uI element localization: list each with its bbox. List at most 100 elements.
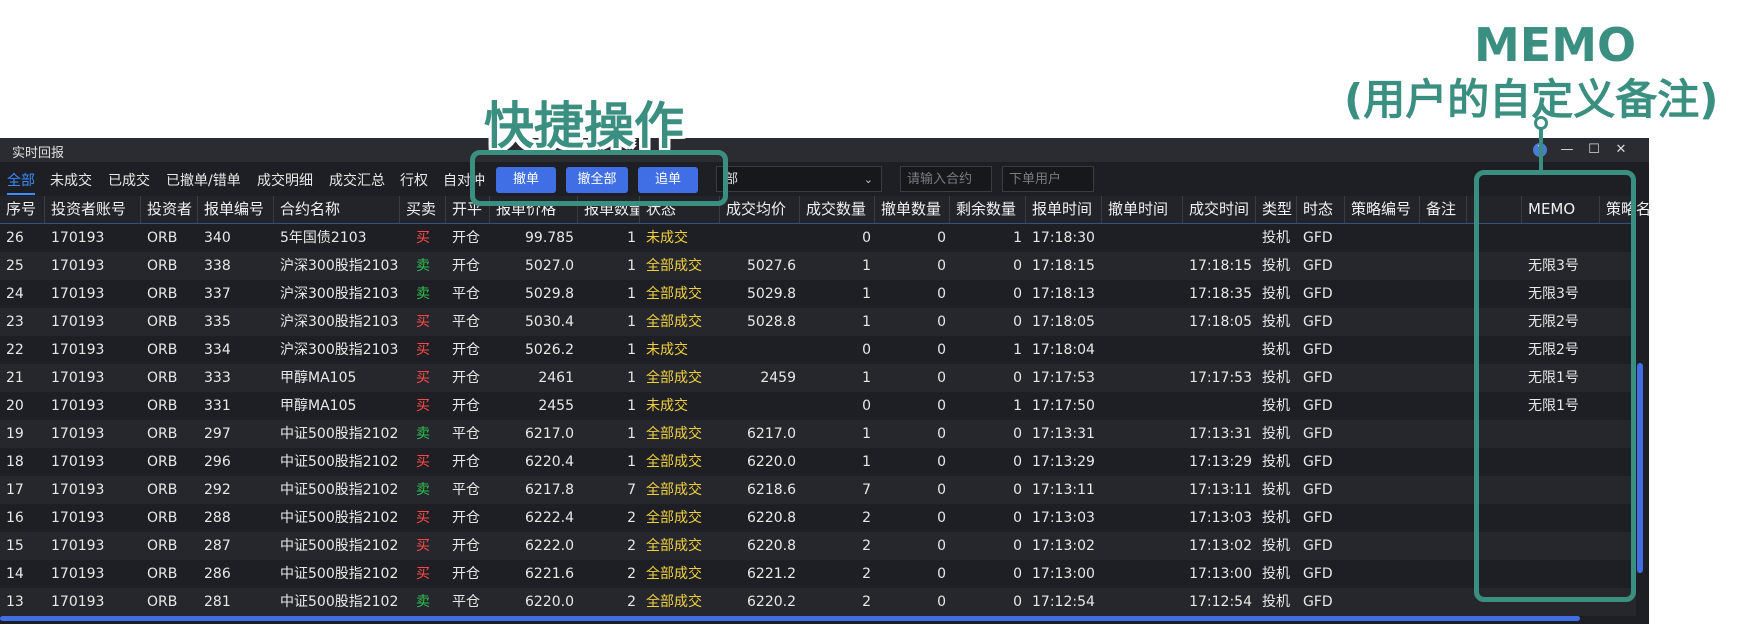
cell-cancel-time [1102, 252, 1183, 280]
table-row[interactable]: 26 170193 ORB 340 5年国债2103 买 开仓 99.785 1 未成交 0 0 1 17… [0, 224, 1636, 252]
cell-account: 170193 [51, 286, 105, 302]
cell-filled-qty: 1 [862, 426, 871, 442]
table-row[interactable]: 25 170193 ORB 338 沪深300股指2103 卖 开仓 5027.0 1 全部成交 5… [0, 252, 1636, 280]
account-select[interactable]: 部 ⌄ [716, 166, 882, 192]
table-row[interactable]: 13 170193 ORB 281 中证500股指2102 卖 平仓 6220.0 2 全部成交 6… [0, 588, 1636, 616]
order-user-input[interactable] [1002, 166, 1094, 192]
column-header-side[interactable]: 买卖 [400, 196, 446, 223]
filter-tab-filled[interactable]: 已成交 [108, 170, 150, 190]
cell-investor: ORB [147, 230, 178, 246]
column-header-filled-qty[interactable]: 成交数量 [800, 196, 875, 223]
column-header-remark[interactable]: 备注 [1420, 196, 1467, 223]
table-row[interactable]: 23 170193 ORB 335 沪深300股指2103 买 平仓 5030.4 1 全部成交 5… [0, 308, 1636, 336]
quick-ops-highlight-box [470, 150, 728, 206]
filter-tab-cancelled[interactable]: 已撤单/错单 [166, 170, 241, 190]
table-row[interactable]: 20 170193 ORB 331 甲醇MA105 买 开仓 2455 1 未成交 0 0 1 17:17… [0, 392, 1636, 420]
table-row[interactable]: 17 170193 ORB 292 中证500股指2102 卖 平仓 6217.8 7 全部成交 6… [0, 476, 1636, 504]
column-header-contract[interactable]: 合约名称 [274, 196, 400, 223]
cell-cancel-time [1102, 448, 1183, 476]
cell-type: 投机 [1262, 398, 1290, 414]
column-header-tif[interactable]: 时态 [1297, 196, 1345, 223]
cell-order-time: 17:17:53 [1032, 370, 1095, 386]
column-header-avg-price[interactable]: 成交均价 [720, 196, 800, 223]
cell-cancelled-qty: 0 [937, 258, 946, 274]
table-row[interactable]: 24 170193 ORB 337 沪深300股指2103 卖 平仓 5029.8 1 全部成交 5… [0, 280, 1636, 308]
cell-remark [1420, 560, 1467, 588]
column-header-investor[interactable]: 投资者 [141, 196, 198, 223]
filter-tab-unfilled[interactable]: 未成交 [50, 170, 92, 190]
horizontal-scrollbar[interactable] [0, 616, 1580, 621]
cell-cancel-time [1102, 504, 1183, 532]
filter-tab-exercise[interactable]: 行权 [400, 170, 428, 190]
cell-order-time: 17:18:05 [1032, 314, 1095, 330]
column-header-type[interactable]: 类型 [1256, 196, 1297, 223]
table-row[interactable]: 18 170193 ORB 296 中证500股指2102 买 开仓 6220.4 1 全部成交 6… [0, 448, 1636, 476]
cell-investor: ORB [147, 454, 178, 470]
quick-ops-annotation: 快捷操作 [484, 97, 684, 155]
cell-quantity: 2 [627, 566, 636, 582]
cell-order-id: 335 [204, 314, 231, 330]
vertical-scrollbar[interactable] [1637, 363, 1643, 573]
filter-tab-trade-summary[interactable]: 成交汇总 [329, 170, 385, 190]
cell-order-time: 17:13:11 [1032, 482, 1095, 498]
cell-price: 6220.0 [525, 594, 574, 610]
table-row[interactable]: 16 170193 ORB 288 中证500股指2102 买 开仓 6222.4 2 全部成交 6… [0, 504, 1636, 532]
cell-order-id: 331 [204, 398, 231, 414]
table-row[interactable]: 21 170193 ORB 333 甲醇MA105 买 开仓 2461 1 全部成交 2459 1 0 0… [0, 364, 1636, 392]
table-header: 序号 投资者账号 投资者 报单编号 合约名称 买卖 开平 报单价格 报单数量 状态 成交均价 成交数量… [0, 196, 1649, 224]
cell-price: 6217.0 [525, 426, 574, 442]
cell-cancelled-qty: 0 [937, 230, 946, 246]
cell-strategy-id [1345, 420, 1420, 448]
cell-account: 170193 [51, 454, 105, 470]
cell-order-time: 17:18:15 [1032, 258, 1095, 274]
column-header-strategy-id[interactable]: 策略编号 [1345, 196, 1420, 223]
column-header-remaining-qty[interactable]: 剩余数量 [950, 196, 1026, 223]
cell-order-time: 17:18:13 [1032, 286, 1095, 302]
cell-investor: ORB [147, 426, 178, 442]
table-row[interactable]: 14 170193 ORB 286 中证500股指2102 买 开仓 6221.6 2 全部成交 6… [0, 560, 1636, 588]
filter-tab-trade-detail[interactable]: 成交明细 [257, 170, 313, 190]
cell-status: 全部成交 [646, 370, 702, 386]
cell-tif: GFD [1303, 566, 1333, 582]
cell-price: 6220.4 [525, 454, 574, 470]
column-header-seq[interactable]: 序号 [0, 196, 45, 223]
column-header-trade-time[interactable]: 成交时间 [1183, 196, 1256, 223]
minimize-icon[interactable]: — [1556, 140, 1578, 160]
cell-avg-price: 5029.8 [747, 286, 796, 302]
cell-strategy-id [1345, 252, 1420, 280]
cell-open-close: 平仓 [452, 314, 480, 330]
column-header-order-id[interactable]: 报单编号 [198, 196, 274, 223]
cell-tif: GFD [1303, 314, 1333, 330]
cell-type: 投机 [1262, 342, 1290, 358]
cell-investor: ORB [147, 594, 178, 610]
maximize-icon[interactable]: ☐ [1583, 140, 1605, 160]
cell-side: 卖 [416, 482, 430, 498]
cell-type: 投机 [1262, 286, 1290, 302]
column-header-cancelled-qty[interactable]: 撤单数量 [875, 196, 950, 223]
memo-highlight-box [1474, 170, 1636, 602]
cell-open-close: 开仓 [452, 370, 480, 386]
cell-order-time: 17:18:30 [1032, 230, 1095, 246]
cell-order-time: 17:13:03 [1032, 510, 1095, 526]
contract-search-input[interactable] [900, 166, 992, 192]
cell-investor: ORB [147, 342, 178, 358]
column-header-account[interactable]: 投资者账号 [45, 196, 141, 223]
cell-cancelled-qty: 0 [937, 538, 946, 554]
cell-strategy-id [1345, 224, 1420, 252]
table-row[interactable]: 15 170193 ORB 287 中证500股指2102 买 开仓 6222.0 2 全部成交 6… [0, 532, 1636, 560]
cell-strategy-id [1345, 476, 1420, 504]
cell-seq: 25 [6, 258, 24, 274]
cell-trade-time: 17:13:00 [1189, 566, 1252, 582]
close-icon[interactable]: ✕ [1610, 140, 1632, 160]
cell-cancelled-qty: 0 [937, 594, 946, 610]
column-header-cancel-time[interactable]: 撤单时间 [1102, 196, 1183, 223]
filter-tab-all[interactable]: 全部 [7, 170, 35, 195]
cell-cancelled-qty: 0 [937, 398, 946, 414]
table-row[interactable]: 22 170193 ORB 334 沪深300股指2103 买 开仓 5026.2 1 未成交 0 0… [0, 336, 1636, 364]
cell-filled-qty: 1 [862, 258, 871, 274]
cell-side: 买 [416, 398, 430, 414]
table-row[interactable]: 19 170193 ORB 297 中证500股指2102 卖 平仓 6217.0 1 全部成交 6… [0, 420, 1636, 448]
cell-status: 全部成交 [646, 566, 702, 582]
column-header-order-time[interactable]: 报单时间 [1026, 196, 1102, 223]
cell-remaining-qty: 0 [1013, 454, 1022, 470]
